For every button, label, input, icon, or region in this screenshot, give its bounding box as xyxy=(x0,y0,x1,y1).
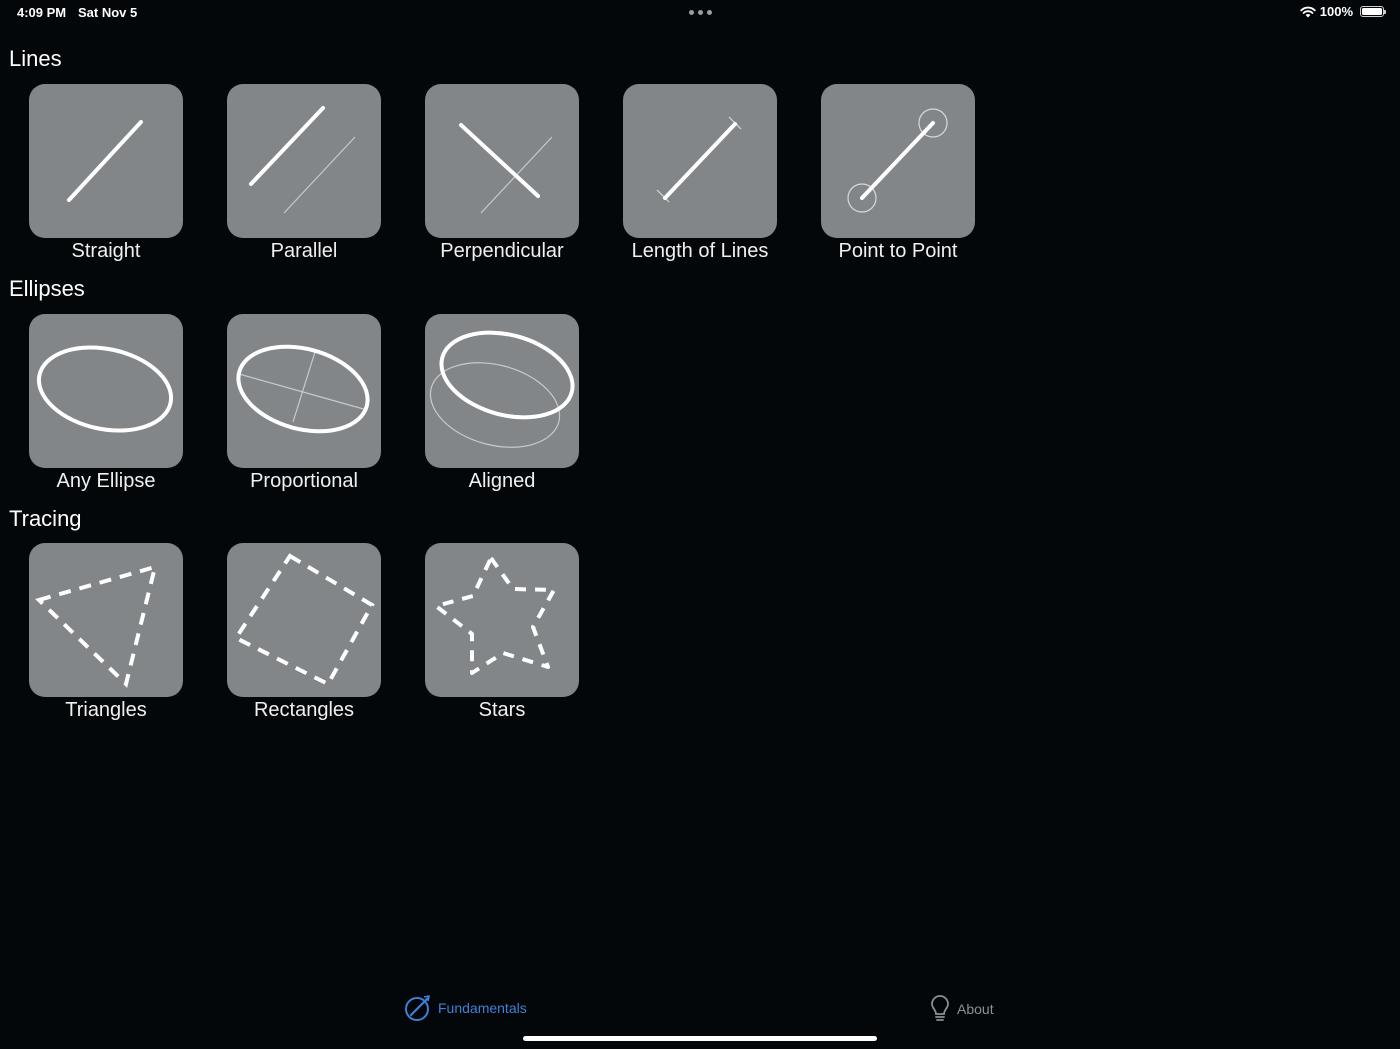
section-title-ellipses: Ellipses xyxy=(9,276,85,301)
tile-label: Any Ellipse xyxy=(56,470,156,492)
tile-label: Stars xyxy=(478,699,526,721)
tile-label: Rectangles xyxy=(253,699,355,721)
tile-straight[interactable]: Straight xyxy=(29,84,183,262)
perpendicular-lines-icon xyxy=(425,84,579,238)
tile-triangles[interactable]: Triangles xyxy=(29,543,183,721)
tile-length-of-lines[interactable]: Length of Lines xyxy=(623,84,777,262)
section-title-tracing: Tracing xyxy=(9,506,82,531)
tab-about-label: About xyxy=(957,1001,994,1017)
battery-icon xyxy=(1360,6,1386,17)
section-title-lines: Lines xyxy=(9,46,62,71)
lightbulb-icon xyxy=(931,995,949,1021)
status-bar: 4:09 PM Sat Nov 5 100% xyxy=(0,0,1400,26)
dashed-rectangle-icon xyxy=(227,543,381,697)
tile-any-ellipse[interactable]: Any Ellipse xyxy=(29,314,183,492)
tile-proportional[interactable]: Proportional xyxy=(227,314,381,492)
status-right: 100% xyxy=(1300,4,1386,19)
multitasking-dots-icon[interactable] xyxy=(689,10,712,15)
tile-aligned[interactable]: Aligned xyxy=(425,314,579,492)
compass-drawing-icon xyxy=(405,995,430,1021)
line-length-icon xyxy=(623,84,777,238)
tile-label: Length of Lines xyxy=(631,240,769,262)
parallel-lines-icon xyxy=(227,84,381,238)
aligned-ellipse-icon xyxy=(425,314,579,468)
tile-label: Point to Point xyxy=(838,240,958,262)
dashed-star-icon xyxy=(425,543,579,697)
point-to-point-icon xyxy=(821,84,975,238)
tile-parallel[interactable]: Parallel xyxy=(227,84,381,262)
status-time: 4:09 PM xyxy=(17,5,67,20)
tile-point-to-point[interactable]: Point to Point xyxy=(821,84,975,262)
dashed-triangle-icon xyxy=(29,543,183,697)
tab-about[interactable]: About xyxy=(929,994,994,1024)
proportional-ellipse-icon xyxy=(227,314,381,468)
tile-stars[interactable]: Stars xyxy=(425,543,579,721)
ellipse-icon xyxy=(29,314,183,468)
battery-percent: 100% xyxy=(1319,4,1353,19)
tab-bar: Fundamentals About xyxy=(0,990,1400,1030)
straight-line-icon xyxy=(29,84,183,238)
tile-perpendicular[interactable]: Perpendicular xyxy=(425,84,579,262)
status-date: Sat Nov 5 xyxy=(78,5,138,20)
tile-label: Triangles xyxy=(65,699,147,721)
tab-fundamentals[interactable]: Fundamentals xyxy=(404,994,527,1022)
wifi-icon xyxy=(1300,6,1316,17)
tile-label: Straight xyxy=(71,240,141,262)
tile-label: Aligned xyxy=(468,470,536,492)
tile-label: Parallel xyxy=(270,240,338,262)
tab-fundamentals-label: Fundamentals xyxy=(438,1000,527,1016)
home-indicator[interactable] xyxy=(523,1036,877,1041)
tile-rectangles[interactable]: Rectangles xyxy=(227,543,381,721)
tile-label: Perpendicular xyxy=(440,240,564,262)
tile-label: Proportional xyxy=(250,470,358,492)
